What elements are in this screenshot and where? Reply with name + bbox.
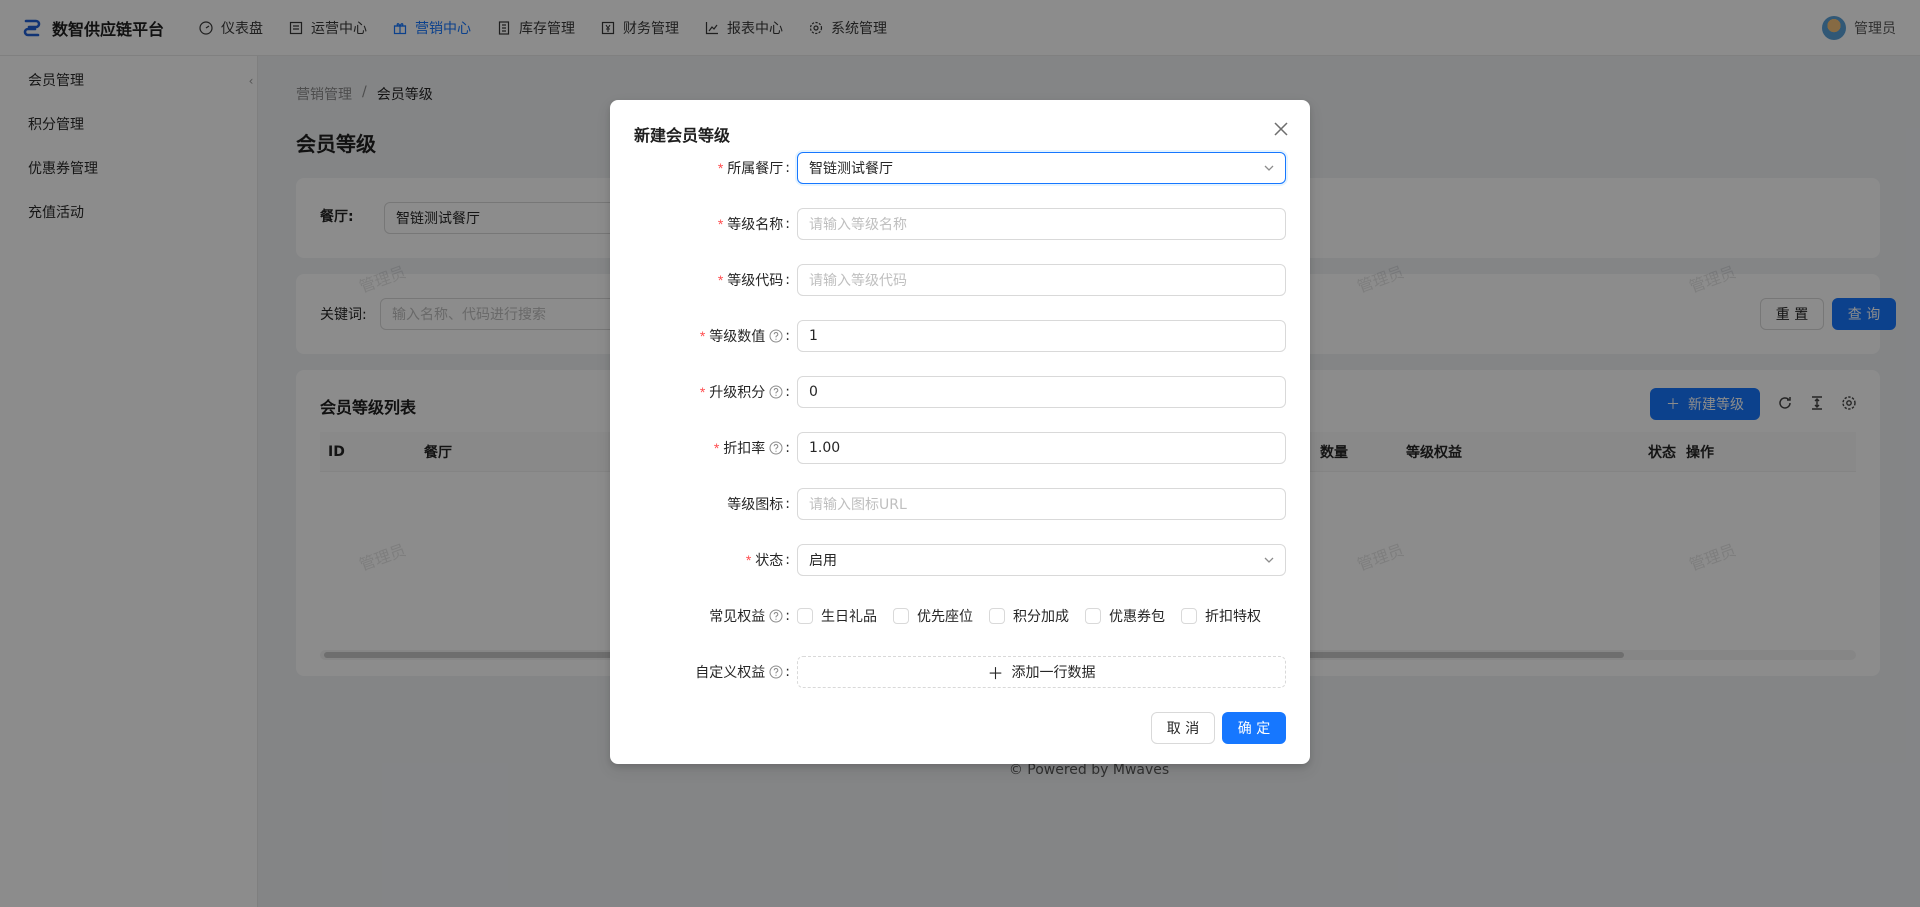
level-value-field[interactable]: 1 <box>797 320 1286 352</box>
benefit-checkbox-coupon-pack[interactable]: 优惠券包 <box>1085 606 1165 626</box>
level-value-value: 1 <box>809 328 818 344</box>
question-circle-icon[interactable] <box>769 329 783 343</box>
question-circle-icon[interactable] <box>769 665 783 679</box>
close-icon[interactable] <box>1270 118 1292 140</box>
form-row-level-code: * 等级代码: 请输入等级代码 <box>610 264 1310 296</box>
chevron-down-icon <box>1264 557 1274 563</box>
form-row-level-icon: 等级图标: 请输入图标URL <box>610 488 1310 520</box>
add-row-label: 添加一行数据 <box>1011 665 1096 681</box>
modal-title: 新建会员等级 <box>634 126 731 145</box>
question-circle-icon[interactable] <box>769 609 783 623</box>
benefit-checkbox-points-bonus[interactable]: 积分加成 <box>989 606 1069 626</box>
create-level-modal: 新建会员等级 * 所属餐厅: 智链测试餐厅 * 等级名称: 请输入等级名称 * 等级代… <box>610 100 1310 764</box>
upgrade-points-value: 0 <box>809 384 818 400</box>
form-label: * 等级代码: <box>717 272 790 289</box>
level-name-field[interactable]: 请输入等级名称 <box>797 208 1286 240</box>
restaurant-field[interactable]: 智链测试餐厅 <box>797 152 1286 184</box>
benefit-checkbox-priority-seating[interactable]: 优先座位 <box>893 606 973 626</box>
form-label: * 所属餐厅: <box>717 160 790 177</box>
checkbox[interactable] <box>1085 608 1101 624</box>
level-code-placeholder: 请输入等级代码 <box>809 273 907 289</box>
benefit-checkbox-discount-privilege[interactable]: 折扣特权 <box>1181 606 1261 626</box>
status-select-value: 启用 <box>809 553 837 569</box>
form-label: * 升级积分 : <box>699 384 790 401</box>
benefit-checkbox-group: 生日礼品 优先座位 积分加成 优惠券包 折扣特权 <box>797 600 1277 632</box>
checkbox[interactable] <box>893 608 909 624</box>
discount-rate-value: 1.00 <box>809 440 841 456</box>
form-label: * 等级名称: <box>717 216 790 233</box>
form-label: 常见权益 : <box>709 608 790 625</box>
form-row-custom-benefits: 自定义权益 : ＋ 添加一行数据 <box>610 656 1310 688</box>
level-code-field[interactable]: 请输入等级代码 <box>797 264 1286 296</box>
add-row-button[interactable]: ＋ 添加一行数据 <box>797 656 1286 688</box>
form-label: * 状态: <box>745 552 790 569</box>
question-circle-icon[interactable] <box>769 441 783 455</box>
form-row-level-name: * 等级名称: 请输入等级名称 <box>610 208 1310 240</box>
cancel-button[interactable]: 取 消 <box>1151 712 1215 744</box>
form-label: * 等级数值 : <box>699 328 790 345</box>
form-row-common-benefits: 常见权益 : 生日礼品 优先座位 积分加成 优惠券包 折扣特权 <box>610 600 1310 632</box>
restaurant-field-value: 智链测试餐厅 <box>809 161 893 177</box>
level-icon-placeholder: 请输入图标URL <box>809 497 907 513</box>
benefit-checkbox-birthday-gift[interactable]: 生日礼品 <box>797 606 877 626</box>
plus-icon: ＋ <box>987 664 1004 683</box>
level-icon-field[interactable]: 请输入图标URL <box>797 488 1286 520</box>
form-label: 自定义权益 : <box>695 664 790 681</box>
chevron-down-icon <box>1264 165 1274 171</box>
form-row-restaurant: * 所属餐厅: 智链测试餐厅 <box>610 152 1310 184</box>
form-row-level-value: * 等级数值 : 1 <box>610 320 1310 352</box>
form-label: * 折扣率 : <box>713 440 790 457</box>
confirm-button[interactable]: 确 定 <box>1222 712 1286 744</box>
discount-rate-field[interactable]: 1.00 <box>797 432 1286 464</box>
question-circle-icon[interactable] <box>769 385 783 399</box>
form-row-status: * 状态: 启用 <box>610 544 1310 576</box>
status-select[interactable]: 启用 <box>797 544 1286 576</box>
upgrade-points-field[interactable]: 0 <box>797 376 1286 408</box>
checkbox[interactable] <box>1181 608 1197 624</box>
checkbox[interactable] <box>989 608 1005 624</box>
form-row-discount-rate: * 折扣率 : 1.00 <box>610 432 1310 464</box>
form-row-upgrade-points: * 升级积分 : 0 <box>610 376 1310 408</box>
level-name-placeholder: 请输入等级名称 <box>809 217 907 233</box>
checkbox[interactable] <box>797 608 813 624</box>
form-label: 等级图标: <box>727 496 790 513</box>
